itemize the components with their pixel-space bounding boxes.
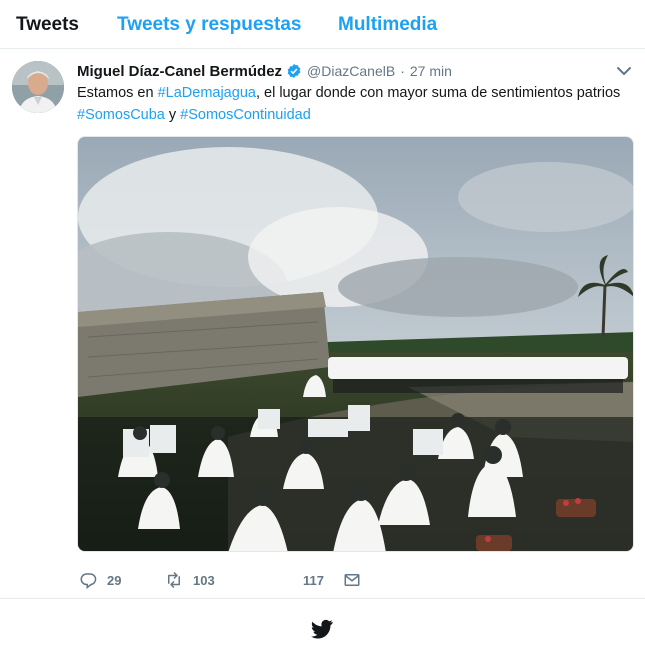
like-button[interactable]: 117 [275, 568, 324, 592]
tab-tweets[interactable]: Tweets [16, 14, 79, 36]
verified-badge-icon [286, 63, 302, 79]
tab-media[interactable]: Multimedia [338, 14, 437, 36]
hashtag-link[interactable]: #SomosContinuidad [180, 107, 311, 123]
profile-tabs: Tweets Tweets y respuestas Multimedia [0, 0, 645, 49]
hashtag-link[interactable]: #SomosCuba [77, 107, 165, 123]
chevron-down-icon[interactable] [615, 64, 633, 78]
retweet-count: 103 [193, 572, 215, 588]
avatar-image [12, 61, 64, 113]
separator-dot: · [400, 63, 405, 79]
retweet-button[interactable]: 103 [165, 568, 215, 592]
tweet-text-part: , el lugar donde con mayor suma de senti… [255, 85, 621, 101]
retweet-icon [168, 571, 180, 589]
divider [0, 598, 645, 599]
author-handle[interactable]: @DiazCanelB [307, 63, 395, 79]
direct-message-button[interactable] [343, 568, 361, 592]
photo-orchestra-concert [78, 137, 633, 551]
reply-button[interactable]: 29 [79, 568, 121, 592]
tweet-photo[interactable] [77, 136, 634, 552]
like-count: 117 [303, 572, 324, 588]
tweet-timestamp[interactable]: 27 min [410, 63, 452, 79]
reply-icon [80, 573, 97, 589]
author-name[interactable]: Miguel Díaz-Canel Bermúdez [77, 63, 282, 80]
tab-tweets-and-replies[interactable]: Tweets y respuestas [117, 14, 301, 36]
twitter-bird-icon [311, 619, 333, 639]
hashtag-link[interactable]: #LaDemajagua [158, 85, 256, 101]
heart-icon [277, 573, 291, 587]
tweet-header: Miguel Díaz-Canel Bermúdez @DiazCanelB ·… [77, 61, 452, 81]
avatar[interactable] [12, 61, 64, 113]
tweet-text-part: y [164, 107, 181, 123]
tweet-text: Estamos en #LaDemajagua, el lugar donde … [77, 82, 622, 126]
tweet-actions: 29 103 117 [77, 568, 637, 592]
envelope-icon [344, 574, 360, 586]
tweet-text-part: Estamos en [77, 85, 158, 101]
reply-count: 29 [107, 572, 122, 588]
